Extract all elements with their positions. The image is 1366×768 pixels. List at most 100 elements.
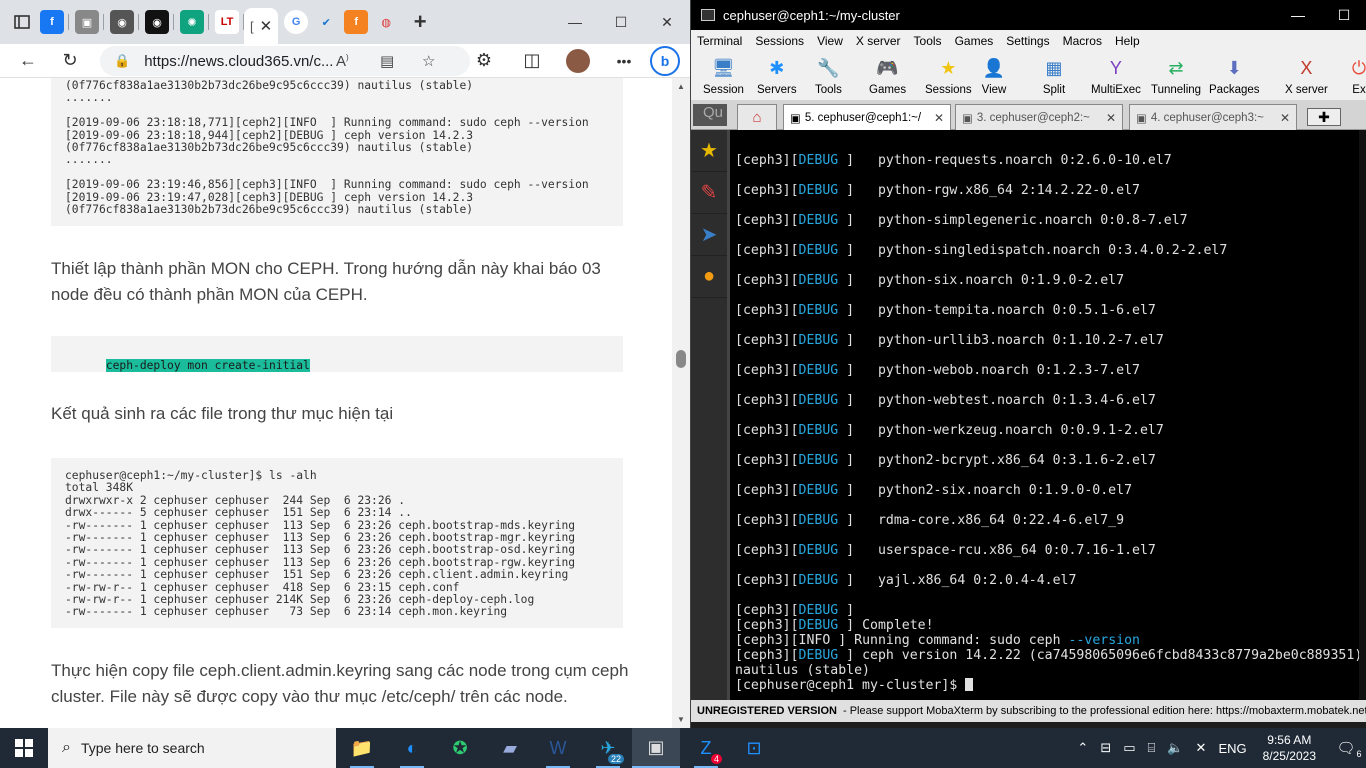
mobaxterm-taskbar-icon[interactable]: ▣: [632, 728, 680, 768]
terminal-scrollbar[interactable]: [1359, 130, 1366, 700]
toolbar-x-server-button[interactable]: X X server: [1285, 52, 1328, 100]
sidebar-macros-icon[interactable]: ➤: [691, 214, 727, 256]
immersive-reader-icon[interactable]: ▤: [380, 52, 394, 70]
menu-tools[interactable]: Tools: [914, 34, 942, 48]
bing-icon[interactable]: b: [650, 46, 680, 76]
teamviewer-icon[interactable]: ⊡: [730, 728, 778, 768]
edge-icon[interactable]: ◐: [388, 728, 436, 768]
tray-overflow-icon[interactable]: ⌃: [1077, 740, 1088, 756]
word-icon[interactable]: W: [534, 728, 582, 768]
menu-help[interactable]: Help: [1115, 34, 1140, 48]
back-arrow-icon[interactable]: ←: [12, 46, 44, 76]
close-session-tab-icon[interactable]: ✕: [1106, 111, 1116, 125]
tab-box[interactable]: ▣: [75, 10, 99, 34]
scroll-down-icon[interactable]: ▼: [677, 715, 685, 724]
toolbar-packages-button[interactable]: ⬇ Packages: [1209, 52, 1260, 100]
maximize-icon[interactable]: ☐: [598, 0, 644, 44]
session-tab-2[interactable]: ▣ 3. cephuser@ceph2:~ ✕: [955, 104, 1123, 130]
favorite-star-icon[interactable]: ☆: [422, 52, 435, 70]
sidebar-sftp-icon[interactable]: ●: [691, 256, 727, 298]
address-bar[interactable]: 🔒 https://news.cloud365.vn/c... A) ▤ ☆: [100, 46, 470, 76]
support-message[interactable]: - Please support MobaXterm by subscribin…: [843, 705, 1366, 717]
toolbar-ex-button[interactable]: ⏻ Ex: [1346, 52, 1366, 100]
clock[interactable]: 9:56 AM 8/25/2023: [1263, 732, 1316, 764]
sidebar-tools-icon[interactable]: ✎: [691, 172, 727, 214]
menu-sessions[interactable]: Sessions: [755, 34, 804, 48]
app-book-icon[interactable]: ▰: [486, 728, 534, 768]
terminal-line: [ceph3][DEBUG ] python2-bcrypt.x86_64 0:…: [735, 453, 1156, 468]
terminal-line: [ceph3][DEBUG ] rdma-core.x86_64 0:22.4-…: [735, 513, 1125, 528]
toolbar-split-button[interactable]: ▦ Split: [1041, 52, 1067, 100]
toolbar-games-button[interactable]: 🎮 Games: [869, 52, 906, 100]
paragraph-copy-keyring: Thực hiện copy file ceph.client.admin.ke…: [51, 661, 629, 706]
tab-chatgpt[interactable]: ✺: [180, 10, 204, 34]
terminal-line: [ceph3][DEBUG ] python-urllib3.noarch 0:…: [735, 333, 1164, 348]
tray-volume-icon[interactable]: 🔈: [1167, 740, 1183, 756]
tab-vk[interactable]: ✔: [314, 10, 338, 34]
taskbar-search-box[interactable]: ⌕ Type here to search: [48, 728, 336, 768]
close-tab-icon[interactable]: ✕: [260, 17, 273, 35]
terminal-line: [ceph3][DEBUG ] python-webob.noarch 0:1.…: [735, 363, 1140, 378]
toolbar-servers-button[interactable]: ✱ Servers: [757, 52, 797, 100]
close-session-tab-icon[interactable]: ✕: [1280, 111, 1290, 125]
profile-avatar[interactable]: [566, 49, 590, 73]
menu-x-server[interactable]: X server: [856, 34, 901, 48]
tab-lt[interactable]: LT: [215, 10, 239, 34]
menu-terminal[interactable]: Terminal: [697, 34, 742, 48]
menu-settings[interactable]: Settings: [1006, 34, 1049, 48]
notification-center-icon[interactable]: 🗨 6: [1326, 728, 1366, 768]
active-tab[interactable]: [ ✕: [244, 8, 279, 44]
menu-macros[interactable]: Macros: [1063, 34, 1102, 48]
moba-statusbar: UNREGISTERED VERSION - Please support Mo…: [691, 700, 1366, 722]
app-badge-22-icon[interactable]: ✈ 22: [584, 728, 632, 768]
close-session-tab-icon[interactable]: ✕: [934, 111, 944, 125]
toolbar-sessions-button[interactable]: ★ Sessions: [925, 52, 972, 100]
more-menu-icon[interactable]: •••: [608, 46, 640, 76]
clock-date: 8/25/2023: [1262, 749, 1316, 763]
tray-network-icon[interactable]: ⌸: [1148, 740, 1156, 756]
session-tab-3[interactable]: ▣ 4. cephuser@ceph3:~ ✕: [1129, 104, 1297, 130]
home-tab-icon[interactable]: ⌂: [737, 104, 777, 130]
toolbar-view-button[interactable]: 👤 View: [981, 52, 1007, 100]
scroll-up-icon[interactable]: ▲: [677, 82, 685, 91]
tab-facebook[interactable]: f: [40, 10, 64, 34]
language-indicator[interactable]: ENG: [1218, 741, 1246, 756]
toolbar-tunneling-button[interactable]: ⇄ Tunneling: [1151, 52, 1201, 100]
tab-github-1[interactable]: ◉: [110, 10, 134, 34]
read-aloud-icon[interactable]: A): [336, 53, 349, 70]
page-scrollbar[interactable]: ▲ ▼: [672, 78, 690, 728]
moba-minimize-icon[interactable]: —: [1275, 0, 1321, 30]
menu-view[interactable]: View: [817, 34, 843, 48]
reload-icon[interactable]: ↻: [54, 46, 86, 76]
app-green-icon[interactable]: ✪: [436, 728, 484, 768]
quick-connect-input[interactable]: Qu: [693, 104, 727, 126]
toolbar-multiexec-button[interactable]: Y MultiExec: [1091, 52, 1141, 100]
menu-games[interactable]: Games: [955, 34, 994, 48]
toolbar-tools-button[interactable]: 🔧 Tools: [815, 52, 842, 100]
tab-google[interactable]: G: [284, 10, 309, 34]
tray-touch-keyboard-icon[interactable]: ⊟: [1100, 740, 1111, 756]
tab-github-2[interactable]: ◉: [145, 10, 169, 34]
extensions-icon[interactable]: ⚙: [468, 46, 500, 76]
toolbar-session-button[interactable]: 🖥 Session: [703, 52, 744, 100]
new-tab-button[interactable]: ✚: [1307, 108, 1341, 126]
zalo-icon[interactable]: Z4: [682, 728, 730, 768]
tab-pinterest[interactable]: ◍: [374, 10, 398, 34]
session-tab-1[interactable]: ▣ 5. cephuser@ceph1:~/ ✕: [783, 104, 951, 130]
terminal-line: [ceph3][DEBUG ] python-simplegeneric.noa…: [735, 213, 1188, 228]
file-explorer-icon[interactable]: 📁: [338, 728, 386, 768]
terminal-area[interactable]: [ceph3][DEBUG ] python-requests.noarch 0…: [727, 130, 1366, 700]
scrollbar-thumb[interactable]: [676, 350, 686, 368]
split-screen-icon[interactable]: ◫: [516, 46, 548, 76]
moba-maximize-icon[interactable]: ☐: [1321, 0, 1366, 30]
tab-f-orange[interactable]: f: [344, 10, 369, 34]
tab-actions-icon[interactable]: [10, 10, 34, 34]
new-tab-icon[interactable]: +: [408, 9, 432, 34]
sidebar-sessions-star-icon[interactable]: ★: [691, 130, 727, 172]
tray-battery-icon[interactable]: ▭: [1123, 740, 1135, 756]
tray-mute-icon[interactable]: ✕: [1196, 740, 1207, 756]
paragraph-mon-setup: Thiết lập thành phần MON cho CEPH. Trong…: [51, 259, 601, 304]
minimize-icon[interactable]: —: [552, 0, 598, 44]
windows-start-icon[interactable]: [0, 728, 48, 768]
close-window-icon[interactable]: ✕: [644, 0, 690, 44]
